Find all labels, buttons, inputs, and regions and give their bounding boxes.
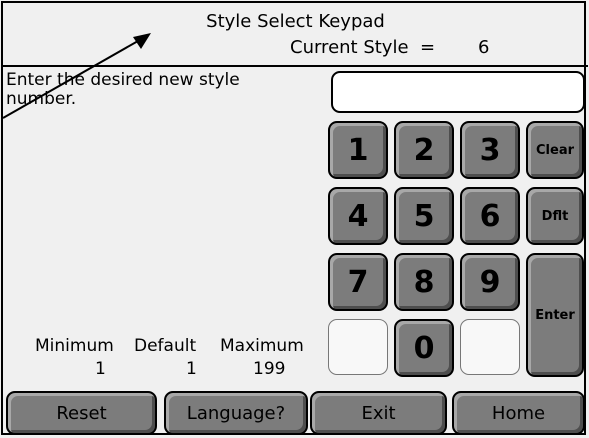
annotation-arrow: [2, 33, 151, 119]
